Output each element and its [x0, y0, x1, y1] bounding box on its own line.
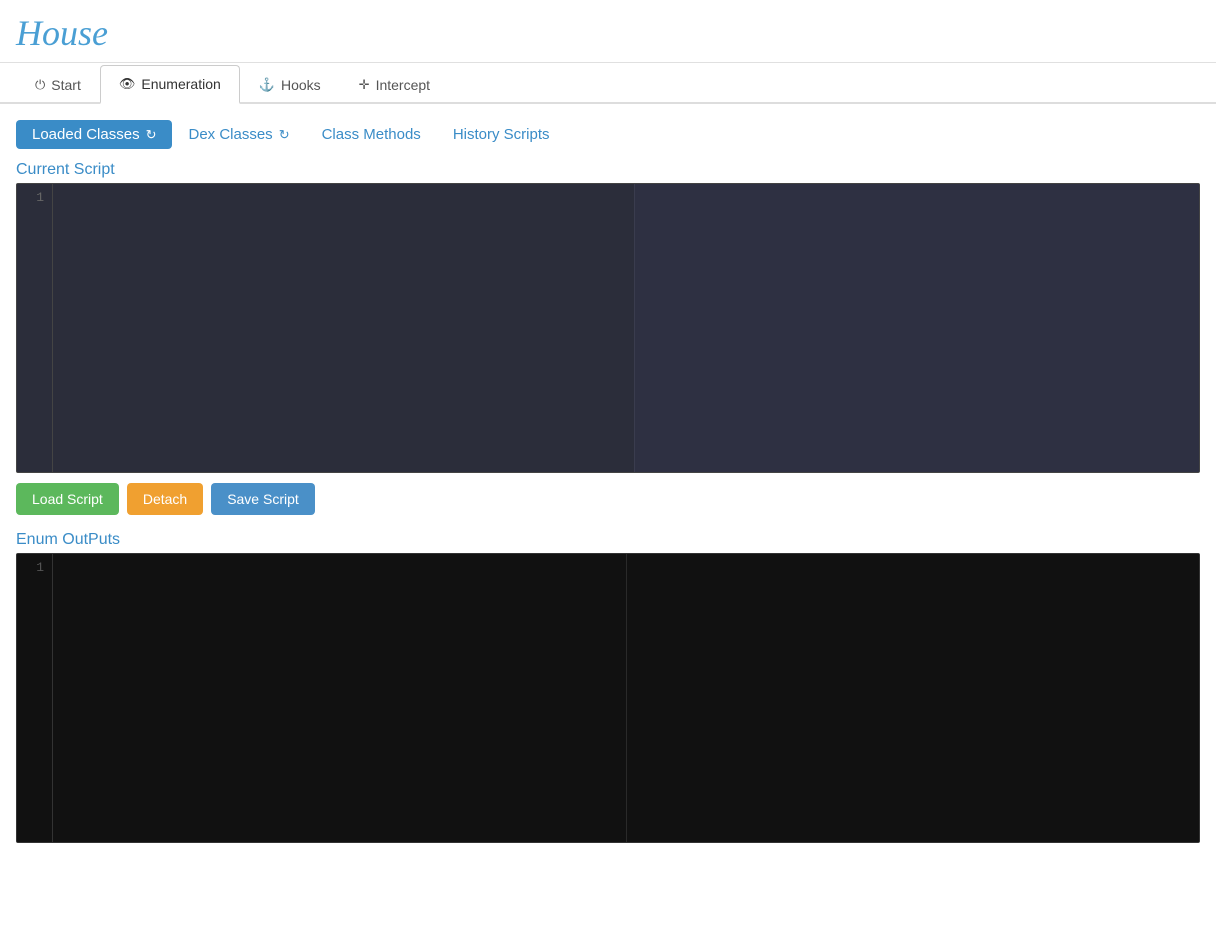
tab-intercept-label: Intercept: [376, 77, 430, 93]
script-textarea[interactable]: [53, 184, 634, 472]
eye-icon: 👁: [119, 76, 136, 92]
line-number-1: 1: [25, 188, 44, 208]
tab-start[interactable]: ⏻ Start: [16, 66, 100, 103]
hooks-icon: ⚓: [259, 77, 275, 93]
tab-start-label: Start: [51, 77, 81, 93]
enum-line-number-1: 1: [25, 558, 44, 578]
enum-outputs-editor: 1: [16, 553, 1200, 843]
loaded-classes-label: Loaded Classes: [32, 126, 140, 143]
refresh-icon-loaded: ↻: [146, 127, 157, 143]
tab-enumeration-label: Enumeration: [141, 76, 220, 92]
main-content: Loaded Classes ↻ Dex Classes ↻ Class Met…: [0, 104, 1216, 859]
app-title: House: [16, 13, 108, 53]
intercept-icon: ✛: [359, 77, 370, 93]
script-right-panel: [634, 184, 1200, 472]
subtab-loaded-classes[interactable]: Loaded Classes ↻: [16, 120, 172, 149]
line-numbers: 1: [17, 184, 53, 472]
enum-line-numbers: 1: [17, 554, 53, 842]
button-row: Load Script Detach Save Script: [16, 483, 1200, 515]
dex-classes-label: Dex Classes: [188, 126, 272, 143]
class-methods-label: Class Methods: [322, 126, 421, 143]
power-icon: ⏻: [35, 77, 45, 93]
current-script-editor: 1: [16, 183, 1200, 473]
subtab-history-scripts[interactable]: History Scripts: [437, 120, 566, 149]
tab-hooks-label: Hooks: [281, 77, 321, 93]
refresh-icon-dex: ↻: [279, 127, 290, 143]
tab-hooks[interactable]: ⚓ Hooks: [240, 66, 340, 103]
tab-enumeration[interactable]: 👁 Enumeration: [100, 65, 240, 104]
top-nav: ⏻ Start 👁 Enumeration ⚓ Hooks ✛ Intercep…: [0, 63, 1216, 104]
history-scripts-label: History Scripts: [453, 126, 550, 143]
current-script-label: Current Script: [16, 161, 1200, 179]
detach-button[interactable]: Detach: [127, 483, 203, 515]
tab-intercept[interactable]: ✛ Intercept: [340, 66, 449, 103]
enum-left-panel: [53, 554, 627, 842]
header: House: [0, 0, 1216, 63]
enum-right-panel: [627, 554, 1200, 842]
subtab-class-methods[interactable]: Class Methods: [306, 120, 437, 149]
subtab-dex-classes[interactable]: Dex Classes ↻: [172, 120, 305, 149]
save-script-button[interactable]: Save Script: [211, 483, 315, 515]
enum-outputs-label: Enum OutPuts: [16, 531, 1200, 549]
load-script-button[interactable]: Load Script: [16, 483, 119, 515]
sub-tabs: Loaded Classes ↻ Dex Classes ↻ Class Met…: [16, 120, 1200, 149]
